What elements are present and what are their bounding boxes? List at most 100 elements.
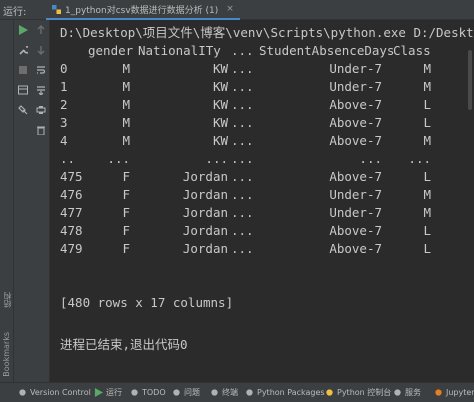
table-cell-index: 479: [60, 241, 83, 256]
table-cell-index: 475: [60, 169, 83, 184]
table-cell-ellipsis: ...: [231, 169, 254, 184]
table-cell-index: 4: [60, 133, 68, 148]
bottom-tab-5[interactable]: Python Packages: [245, 383, 325, 402]
bottom-tab-label: 服务: [405, 388, 421, 397]
bottom-tab-4[interactable]: 终端: [210, 383, 238, 402]
table-cell-class: M: [423, 61, 431, 76]
table-cell-ellipsis: ...: [231, 61, 254, 76]
scroll-up-button[interactable]: [35, 24, 47, 36]
table-cell-class: M: [423, 133, 431, 148]
table-cell-index: 0: [60, 61, 68, 76]
table-cell-ellipsis: ...: [231, 241, 254, 256]
table-cell-gender: F: [122, 205, 130, 220]
table-cell-class: M: [423, 205, 431, 220]
bottom-tab-label: 终端: [222, 388, 238, 397]
table-cell-nationality: Jordan: [182, 187, 228, 202]
bottom-tab-1[interactable]: 运行: [94, 383, 122, 402]
table-cell-gender: M: [122, 115, 130, 130]
table-cell-class: L: [423, 169, 431, 184]
table-cell-ellipsis: ...: [231, 187, 254, 202]
table-cell-index: 3: [60, 115, 68, 130]
table-cell-nationality: KW: [212, 97, 228, 112]
layout-icon: [18, 85, 28, 95]
table-cell-ellipsis: ...: [231, 205, 254, 220]
table-cell-gender: M: [122, 79, 130, 94]
run-config-tab-label: 1_python对csv数据进行数据分析 (1): [65, 5, 219, 16]
table-cell-absence: ...: [359, 151, 382, 166]
scroll-to-end-button[interactable]: [35, 84, 47, 96]
structure-side-tab[interactable]: 结构: [2, 292, 13, 308]
play-icon: [94, 388, 103, 397]
bottom-tab-label: 问题: [184, 388, 200, 397]
table-cell-gender: M: [122, 61, 130, 76]
table-cell-ellipsis: ...: [231, 115, 254, 130]
services-icon: [394, 389, 401, 396]
column-header-ellipsis: ...: [231, 43, 254, 58]
console-scrollbar[interactable]: [468, 50, 472, 110]
soft-wrap-button[interactable]: [35, 64, 47, 76]
summary-line: [480 rows x 17 columns]: [60, 295, 234, 310]
table-cell-nationality: KW: [212, 115, 228, 130]
table-cell-absence: Under-7: [329, 205, 382, 220]
table-cell-ellipsis: ...: [231, 79, 254, 94]
table-cell-absence: Under-7: [329, 61, 382, 76]
run-config-tab[interactable]: 1_python对csv数据进行数据分析 (1) ×: [46, 0, 240, 20]
pin-icon: [18, 105, 28, 115]
branch-icon: [19, 389, 26, 396]
bottom-tab-8[interactable]: Jupyter: [434, 383, 474, 402]
left-tool-stripe: 结构 Bookmarks: [0, 20, 14, 382]
python-icon: [326, 389, 333, 396]
info-icon: [173, 389, 180, 396]
table-cell-index: 2: [60, 97, 68, 112]
bottom-tab-label: Version Control: [30, 388, 91, 397]
run-toolbar-secondary: [32, 20, 50, 382]
arrow-down-icon: [37, 46, 45, 55]
bottom-tab-label: 运行: [106, 388, 122, 397]
table-cell-nationality: Jordan: [182, 241, 228, 256]
console-output[interactable]: D:\Desktop\项目文件\博客\venv\Scripts\python.e…: [52, 20, 474, 382]
terminal-icon: [211, 389, 218, 396]
table-cell-nationality: Jordan: [182, 169, 228, 184]
bottom-tab-7[interactable]: 服务: [393, 383, 421, 402]
table-cell-ellipsis: ...: [231, 133, 254, 148]
table-cell-absence: Under-7: [329, 187, 382, 202]
bottom-tab-label: Python Packages: [257, 388, 325, 397]
layout-button[interactable]: [17, 84, 29, 96]
run-toolbar-primary: [14, 20, 32, 382]
column-header-absence: StudentAbsenceDays: [259, 43, 395, 58]
wrench-icon: [19, 46, 28, 55]
print-button[interactable]: [35, 104, 47, 116]
bottom-tab-6[interactable]: Python 控制台: [325, 383, 391, 402]
table-cell-nationality: Jordan: [182, 205, 228, 220]
table-cell-index: ..: [60, 151, 76, 166]
wrap-icon: [37, 66, 46, 74]
scroll-down-button[interactable]: [35, 44, 47, 56]
pin-tab-button[interactable]: [17, 104, 29, 116]
bottom-tab-0[interactable]: Version Control: [18, 383, 91, 402]
print-icon: [36, 106, 46, 114]
table-cell-index: 1: [60, 79, 68, 94]
arrow-up-icon: [37, 25, 45, 34]
table-cell-gender: M: [122, 133, 130, 148]
bottom-tab-3[interactable]: 问题: [172, 383, 200, 402]
edit-config-button[interactable]: [17, 44, 29, 56]
packages-icon: [246, 389, 253, 396]
table-cell-gender: F: [122, 223, 130, 238]
close-tab-icon[interactable]: ×: [226, 4, 234, 14]
list-icon: [131, 389, 138, 396]
table-cell-class: ...: [408, 151, 431, 166]
run-toolwindow-header: 运行: 1_python对csv数据进行数据分析 (1) ×: [0, 0, 474, 20]
table-cell-ellipsis: ...: [231, 223, 254, 238]
table-cell-class: M: [423, 187, 431, 202]
table-cell-nationality: KW: [212, 61, 228, 76]
trash-icon: [37, 126, 45, 135]
stop-button[interactable]: [17, 64, 29, 76]
table-cell-class: L: [423, 97, 431, 112]
clear-all-button[interactable]: [35, 124, 47, 136]
bottom-tab-2[interactable]: TODO: [130, 383, 166, 402]
rerun-button[interactable]: [17, 24, 29, 36]
table-cell-absence: Above-7: [329, 169, 382, 184]
table-cell-gender: ...: [107, 151, 130, 166]
table-cell-nationality: KW: [212, 133, 228, 148]
bookmarks-side-tab[interactable]: Bookmarks: [2, 332, 11, 377]
